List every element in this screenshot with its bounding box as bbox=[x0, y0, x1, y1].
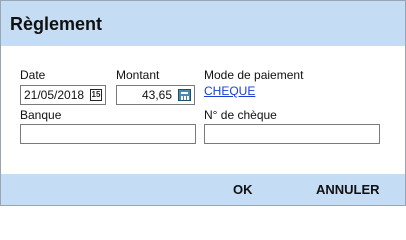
mode-label: Mode de paiement bbox=[204, 68, 304, 82]
montant-value: 43,65 bbox=[141, 88, 172, 102]
payment-dialog: Règlement Date 21/05/2018 15 Montant 43,… bbox=[0, 0, 406, 206]
dialog-title: Règlement bbox=[10, 14, 103, 34]
date-value: 21/05/2018 bbox=[24, 88, 85, 102]
date-field[interactable]: 21/05/2018 15 bbox=[20, 85, 106, 105]
ok-button[interactable]: OK bbox=[233, 182, 253, 197]
cancel-button[interactable]: ANNULER bbox=[316, 182, 380, 197]
montant-field[interactable]: 43,65 bbox=[116, 85, 195, 105]
montant-label: Montant bbox=[116, 68, 160, 82]
calculator-icon[interactable] bbox=[178, 89, 191, 101]
date-label: Date bbox=[20, 68, 46, 82]
calendar-icon[interactable]: 15 bbox=[90, 89, 102, 101]
dialog-footer: OK ANNULER bbox=[1, 174, 405, 205]
banque-input[interactable] bbox=[20, 124, 196, 144]
cheque-number-input[interactable] bbox=[204, 124, 380, 144]
banque-label: Banque bbox=[20, 108, 62, 122]
dialog-header: Règlement bbox=[1, 1, 405, 46]
mode-link[interactable]: CHEQUE bbox=[204, 84, 255, 98]
cheque-label: N° de chèque bbox=[204, 108, 277, 122]
